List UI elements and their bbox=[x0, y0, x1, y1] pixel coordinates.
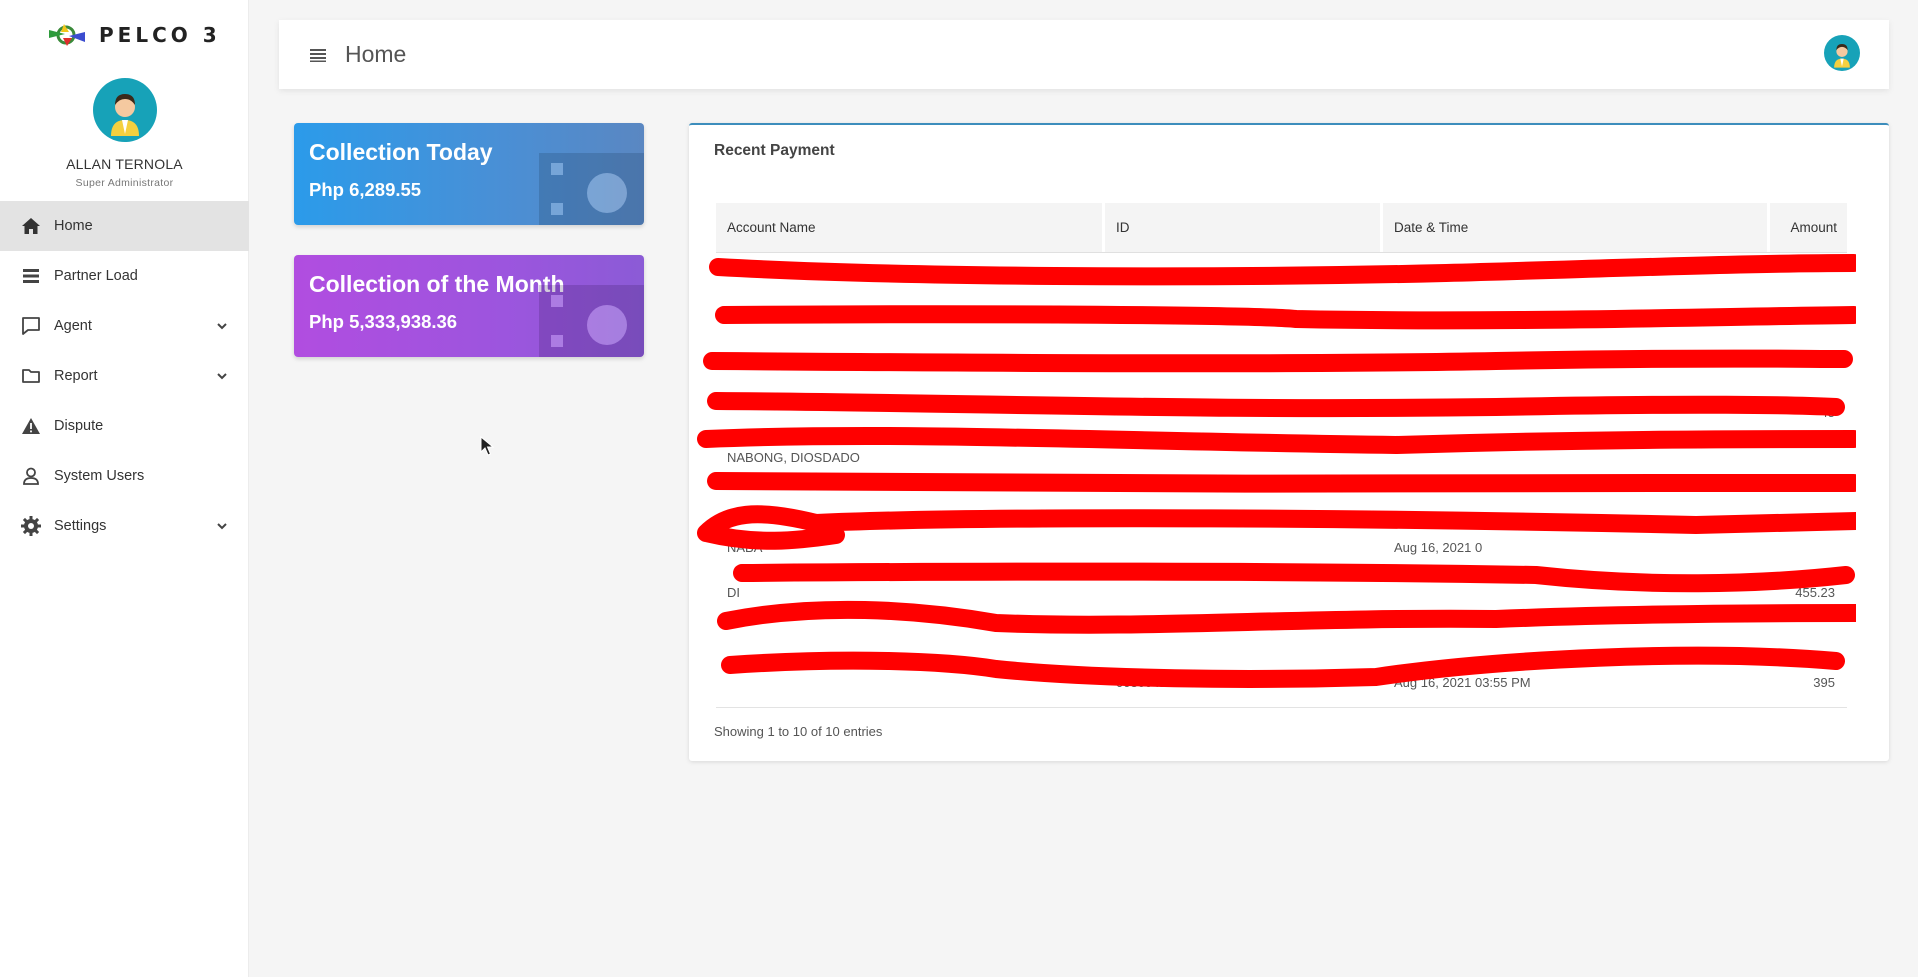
warning-icon bbox=[20, 415, 42, 437]
money-icon bbox=[539, 153, 644, 225]
card-title: Collection Today bbox=[309, 139, 493, 165]
table-row[interactable] bbox=[716, 347, 1847, 387]
cell-amount: 455.23 bbox=[1795, 584, 1835, 600]
table-header: Account Name ID Date & Time Amount bbox=[716, 203, 1847, 253]
sidebar-item-label: Settings bbox=[54, 518, 107, 534]
sidebar-item-settings[interactable]: Settings bbox=[0, 501, 249, 551]
sidebar-item-agent[interactable]: Agent bbox=[0, 301, 249, 351]
home-icon bbox=[20, 215, 42, 237]
sidebar-item-home[interactable]: Home bbox=[0, 201, 249, 251]
brand-name: PELCO 3 bbox=[99, 23, 221, 47]
collection-month-card[interactable]: Collection of the Month Php 5,333,938.36 bbox=[294, 255, 644, 357]
sidebar-item-label: Home bbox=[54, 218, 93, 234]
table-row[interactable] bbox=[716, 257, 1847, 297]
column-header-id[interactable]: ID bbox=[1105, 203, 1383, 252]
user-profile: ALLAN TERNOLA Super Administrator bbox=[0, 78, 249, 189]
cell-amount: 45 bbox=[1820, 404, 1835, 420]
user-avatar-icon[interactable] bbox=[92, 78, 157, 142]
cell-amount: 395 bbox=[1813, 674, 1835, 690]
folder-icon bbox=[20, 365, 42, 387]
mouse-cursor-icon bbox=[480, 436, 494, 456]
chevron-down-icon[interactable] bbox=[215, 319, 229, 333]
sidebar-item-label: Agent bbox=[54, 318, 92, 334]
chevron-down-icon[interactable] bbox=[215, 519, 229, 533]
user-avatar-icon[interactable] bbox=[1824, 35, 1860, 71]
collection-today-card[interactable]: Collection Today Php 6,289.55 bbox=[294, 123, 644, 225]
user-icon bbox=[20, 465, 42, 487]
card-value: Php 6,289.55 bbox=[309, 179, 422, 200]
sidebar-nav: Home Partner Load Agent Report Dispute S… bbox=[0, 201, 249, 551]
column-header-date-time[interactable]: Date & Time bbox=[1383, 203, 1770, 252]
card-title: Collection of the Month bbox=[309, 271, 565, 297]
sidebar-item-partner-load[interactable]: Partner Load bbox=[0, 251, 249, 301]
page-title: Home bbox=[345, 41, 407, 67]
card-value: Php 5,333,938.36 bbox=[309, 311, 458, 332]
cell-datetime: Aug 16, 2021 03:55 PM bbox=[1394, 674, 1531, 690]
column-header-amount[interactable]: Amount bbox=[1770, 203, 1847, 252]
table-row[interactable]: NABONG, DIOSDADO bbox=[716, 437, 1847, 477]
gear-icon bbox=[20, 515, 42, 537]
table-row[interactable]: DI 455.23 bbox=[716, 572, 1847, 612]
brand[interactable]: PELCO 3 bbox=[45, 20, 221, 50]
sidebar-item-label: Report bbox=[54, 368, 98, 384]
table-row[interactable] bbox=[716, 617, 1847, 657]
chat-icon bbox=[20, 315, 42, 337]
sidebar-item-system-users[interactable]: System Users bbox=[0, 451, 249, 501]
cell-account-name: NABONG, DIOSDADO bbox=[727, 449, 860, 465]
chevron-down-icon[interactable] bbox=[215, 369, 229, 383]
sidebar-item-label: Dispute bbox=[54, 418, 104, 434]
cell-account-name: NABA bbox=[727, 539, 763, 555]
table-entries-info: Showing 1 to 10 of 10 entries bbox=[714, 724, 883, 739]
sidebar-item-dispute[interactable]: Dispute bbox=[0, 401, 249, 451]
cell-datetime: Aug 16, 2021 0 bbox=[1394, 539, 1483, 555]
pelco-logo-icon bbox=[49, 24, 85, 46]
sidebar-item-label: Partner Load bbox=[54, 268, 138, 284]
table-row[interactable]: 45 bbox=[716, 392, 1847, 432]
table-row[interactable]: NABA Aug 16, 2021 0 bbox=[716, 527, 1847, 567]
table-row[interactable] bbox=[716, 482, 1847, 522]
sidebar-item-report[interactable]: Report bbox=[0, 351, 249, 401]
profile-name: ALLAN TERNOLA bbox=[66, 156, 183, 172]
table-row[interactable]: 00300413 Aug 16, 2021 03:55 PM 395 bbox=[716, 662, 1847, 702]
recent-payment-panel: Recent Payment Account Name ID Date & Ti… bbox=[689, 123, 1889, 761]
cell-id: 00300413 bbox=[1116, 674, 1174, 690]
sidebar: PELCO 3 ALLAN TERNOLA Super Administrato… bbox=[0, 0, 249, 977]
cell-account-name: DI bbox=[727, 584, 740, 600]
panel-title: Recent Payment bbox=[714, 142, 835, 159]
table-row[interactable] bbox=[716, 302, 1847, 342]
column-header-account-name[interactable]: Account Name bbox=[716, 203, 1105, 252]
top-header: Home bbox=[279, 20, 1889, 89]
table-body: 45 NABONG, DIOSDADO NABA Aug 16, 2021 0 bbox=[697, 253, 1856, 708]
sidebar-item-label: System Users bbox=[54, 468, 145, 484]
profile-role: Super Administrator bbox=[75, 177, 174, 189]
list-icon bbox=[20, 265, 42, 287]
hamburger-icon[interactable] bbox=[310, 48, 326, 62]
payments-table: Account Name ID Date & Time Amount 45 NA… bbox=[697, 203, 1856, 708]
money-icon bbox=[539, 285, 644, 357]
